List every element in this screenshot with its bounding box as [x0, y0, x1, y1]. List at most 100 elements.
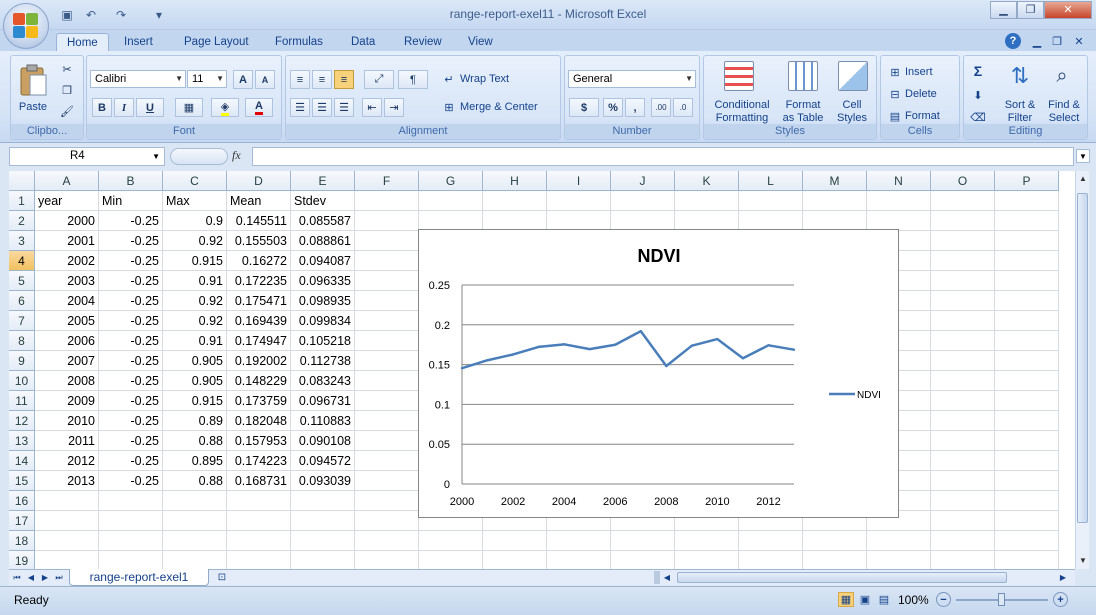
grid-cell[interactable]: Mean: [227, 191, 291, 211]
format-painter-icon[interactable]: 🖌: [57, 102, 77, 121]
grid-cell[interactable]: 2008: [35, 371, 99, 391]
zoom-in-icon[interactable]: +: [1053, 592, 1068, 607]
grid-cell[interactable]: 2003: [35, 271, 99, 291]
horizontal-scroll-thumb[interactable]: [677, 572, 1007, 583]
grid-cell[interactable]: 0.157953: [227, 431, 291, 451]
grid-cell[interactable]: [995, 411, 1059, 431]
insert-cells-button[interactable]: Insert: [905, 64, 933, 80]
grid-cell[interactable]: [675, 531, 739, 551]
grid-cell[interactable]: 0.105218: [291, 331, 355, 351]
align-center-icon[interactable]: ☰: [312, 98, 332, 117]
office-button[interactable]: [3, 3, 49, 49]
grid-cell[interactable]: -0.25: [99, 311, 163, 331]
column-header[interactable]: M: [803, 171, 867, 191]
row-header[interactable]: 9: [9, 351, 35, 371]
tab-split-handle[interactable]: [654, 571, 660, 584]
grid-cell[interactable]: [35, 511, 99, 531]
column-header[interactable]: D: [227, 171, 291, 191]
row-header[interactable]: 15: [9, 471, 35, 491]
grid-cell[interactable]: [227, 491, 291, 511]
grid-cell[interactable]: 2011: [35, 431, 99, 451]
grid-cell[interactable]: 0.090108: [291, 431, 355, 451]
formula-input[interactable]: [252, 147, 1074, 166]
close-button[interactable]: ✕: [1044, 1, 1092, 19]
grid-cell[interactable]: 0.895: [163, 451, 227, 471]
page-layout-view-icon[interactable]: ▣: [857, 592, 873, 607]
tab-insert[interactable]: Insert: [114, 33, 163, 52]
grid-cell[interactable]: [931, 331, 995, 351]
sort-filter-line2[interactable]: Filter: [998, 111, 1042, 124]
grid-cell[interactable]: [675, 211, 739, 231]
column-header[interactable]: H: [483, 171, 547, 191]
format-as-table-line2[interactable]: as Table: [778, 111, 828, 124]
align-top-icon[interactable]: ≡: [290, 70, 310, 89]
grid-cell[interactable]: [931, 491, 995, 511]
tab-review[interactable]: Review: [394, 33, 452, 52]
row-header[interactable]: 18: [9, 531, 35, 551]
grid-cell[interactable]: [995, 511, 1059, 531]
align-bottom-icon[interactable]: ≡: [334, 70, 354, 89]
grid-cell[interactable]: [995, 551, 1059, 569]
sort-filter-line1[interactable]: Sort &: [998, 98, 1042, 111]
grid-cell[interactable]: 0.92: [163, 291, 227, 311]
scroll-right-icon[interactable]: ▶: [1057, 570, 1069, 585]
fill-color-icon[interactable]: ◈: [211, 98, 239, 117]
tab-page-layout[interactable]: Page Layout: [174, 33, 259, 52]
grid-cell[interactable]: [355, 431, 419, 451]
grid-cell[interactable]: [355, 191, 419, 211]
grid-cell[interactable]: [547, 211, 611, 231]
grid-cell[interactable]: 0.905: [163, 371, 227, 391]
grid-cell[interactable]: [419, 191, 483, 211]
grid-cell[interactable]: Min: [99, 191, 163, 211]
row-header[interactable]: 12: [9, 411, 35, 431]
grid-cell[interactable]: [99, 551, 163, 569]
grid-cell[interactable]: [419, 531, 483, 551]
grid-cell[interactable]: [995, 531, 1059, 551]
grid-cell[interactable]: [483, 551, 547, 569]
align-left-icon[interactable]: ☰: [290, 98, 310, 117]
grid-cell[interactable]: -0.25: [99, 411, 163, 431]
grid-cell[interactable]: [995, 291, 1059, 311]
grid-cell[interactable]: 0.182048: [227, 411, 291, 431]
grid-cell[interactable]: [931, 431, 995, 451]
font-name-select[interactable]: Calibri ▼: [90, 70, 186, 88]
grid-cell[interactable]: [483, 191, 547, 211]
grid-cell[interactable]: 0.093039: [291, 471, 355, 491]
grid-cell[interactable]: [803, 211, 867, 231]
grid-cell[interactable]: [355, 551, 419, 569]
ndvi-chart[interactable]: NDVI 0 0.05 0.1 0.15 0.2 0.25 2000 2002 2004 2006 2…: [418, 229, 899, 518]
row-header[interactable]: 19: [9, 551, 35, 569]
grid-cell[interactable]: [995, 311, 1059, 331]
ribbon-minimize-icon[interactable]: ▁: [1030, 33, 1044, 49]
zoom-level[interactable]: 100%: [898, 593, 929, 607]
format-cells-button[interactable]: Format: [905, 108, 940, 124]
grid-cell[interactable]: [995, 351, 1059, 371]
cell-styles-line1[interactable]: Cell: [828, 98, 876, 111]
grid-cell[interactable]: [355, 351, 419, 371]
grid-cell[interactable]: [995, 371, 1059, 391]
currency-button[interactable]: $: [569, 98, 599, 117]
grid-cell[interactable]: [931, 471, 995, 491]
grid-cell[interactable]: [35, 551, 99, 569]
copy-icon[interactable]: ❐: [57, 81, 77, 100]
grid-cell[interactable]: [355, 251, 419, 271]
grid-cell[interactable]: [803, 551, 867, 569]
grid-cell[interactable]: [355, 411, 419, 431]
grid-cell[interactable]: 0.92: [163, 231, 227, 251]
grid-cell[interactable]: 0.094087: [291, 251, 355, 271]
row-header[interactable]: 4: [9, 251, 35, 271]
wrap-text-button[interactable]: Wrap Text: [460, 70, 509, 88]
grid-cell[interactable]: year: [35, 191, 99, 211]
grid-cell[interactable]: 0.192002: [227, 351, 291, 371]
grid-cell[interactable]: -0.25: [99, 271, 163, 291]
grid-cell[interactable]: [867, 551, 931, 569]
restore-button[interactable]: ❐: [1017, 1, 1044, 19]
row-header[interactable]: 17: [9, 511, 35, 531]
row-header[interactable]: 11: [9, 391, 35, 411]
column-header[interactable]: K: [675, 171, 739, 191]
grid-cell[interactable]: [611, 191, 675, 211]
row-header[interactable]: 16: [9, 491, 35, 511]
grid-cell[interactable]: [355, 371, 419, 391]
grid-cell[interactable]: [867, 211, 931, 231]
grid-cell[interactable]: 2004: [35, 291, 99, 311]
